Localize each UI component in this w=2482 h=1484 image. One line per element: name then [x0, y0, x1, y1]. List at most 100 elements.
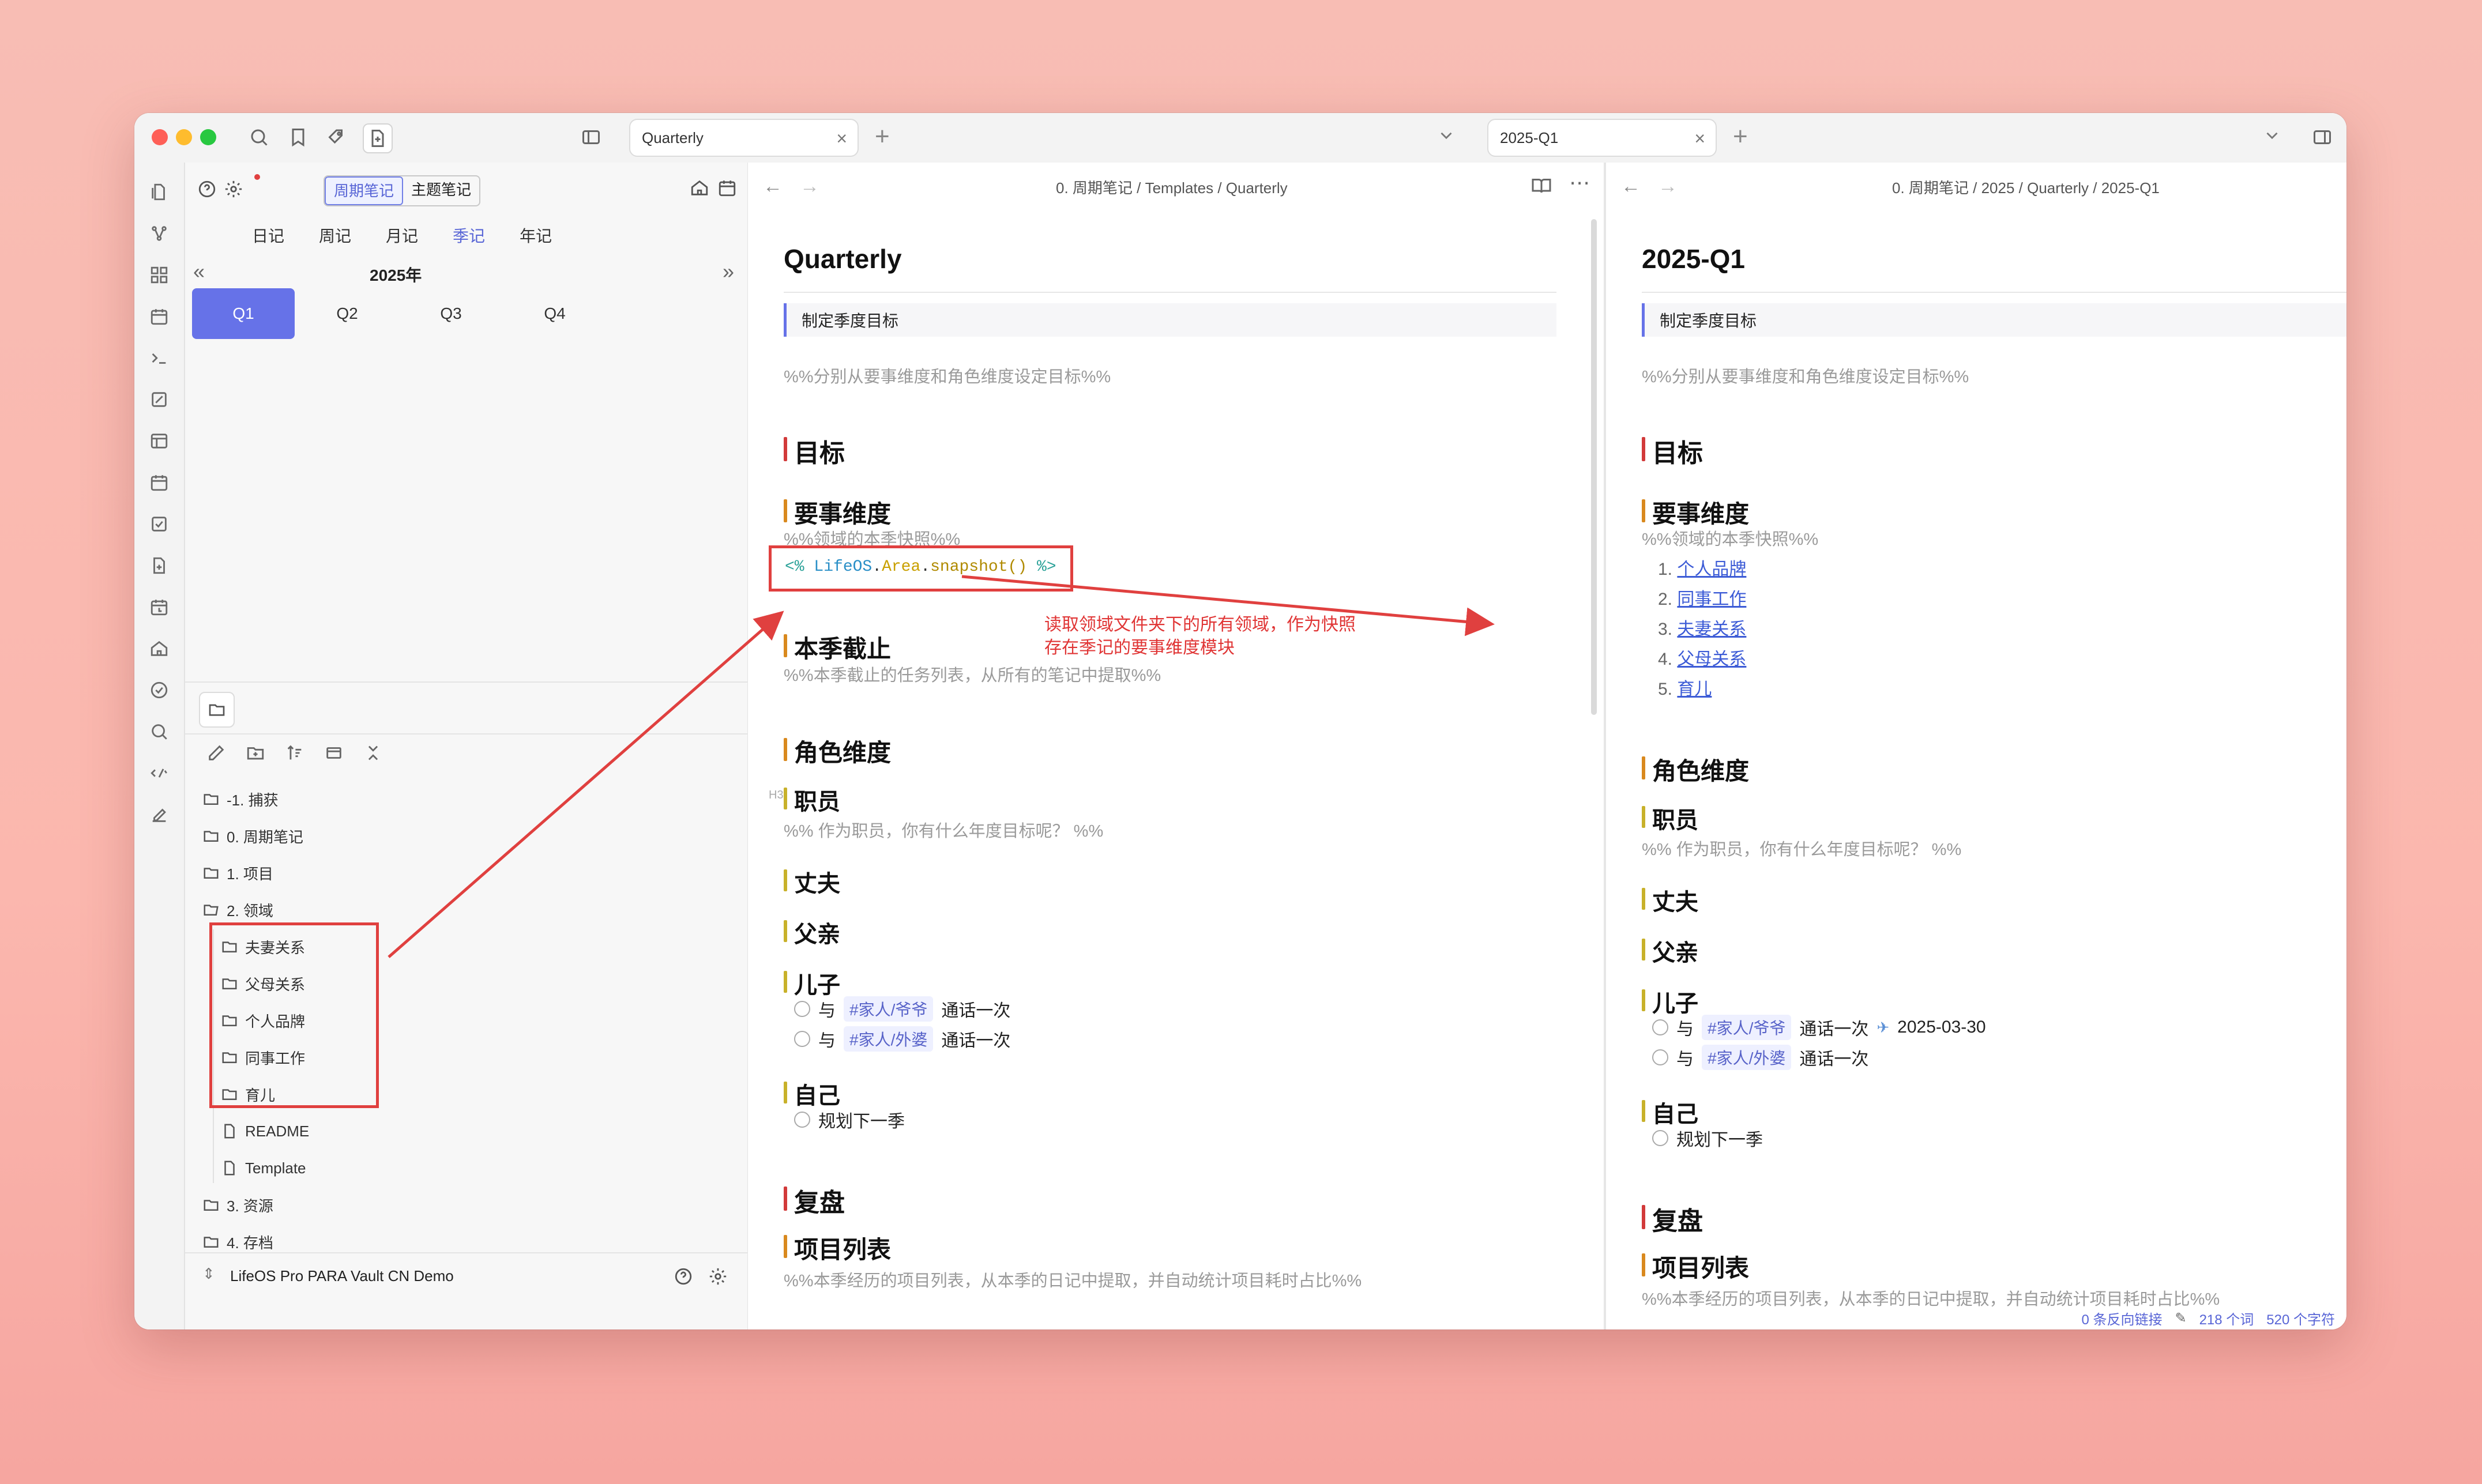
open-quick-switcher-icon[interactable]: [147, 180, 171, 204]
folder-archive[interactable]: 4. 存档: [202, 1228, 273, 1256]
back-arrow-icon[interactable]: ←: [763, 175, 783, 198]
period-tab-daily[interactable]: 日记: [252, 224, 284, 247]
close-window-button[interactable]: [152, 129, 168, 145]
tag-link[interactable]: #家人/外婆: [1702, 1045, 1792, 1070]
help-icon[interactable]: [671, 1264, 696, 1289]
new-file-icon[interactable]: [147, 553, 171, 578]
breadcrumb-item[interactable]: Templates: [1145, 179, 1214, 197]
files-view-button[interactable]: [199, 692, 235, 728]
templater-icon[interactable]: [147, 761, 171, 785]
tab-2025-q1[interactable]: 2025-Q1 ×: [1487, 119, 1717, 157]
breadcrumb-item[interactable]: 2025: [1981, 179, 2015, 197]
check-circle-icon[interactable]: [147, 678, 171, 702]
breadcrumb-item[interactable]: 0. 周期笔记: [1892, 179, 1969, 197]
task-checkbox[interactable]: [1652, 1049, 1668, 1065]
new-note-icon[interactable]: [202, 739, 230, 767]
task-item: 与 #家人/外婆 通话一次: [1652, 1045, 1868, 1070]
excalidraw-icon[interactable]: [147, 387, 171, 412]
signature-icon[interactable]: [147, 803, 171, 827]
period-tab-quarterly[interactable]: 季记: [453, 224, 485, 247]
tag-link[interactable]: #家人/外婆: [844, 1026, 934, 1052]
tag-link[interactable]: #家人/爷爷: [1702, 1015, 1792, 1040]
task-checkbox[interactable]: [1652, 1130, 1668, 1146]
daily-note-icon[interactable]: [147, 470, 171, 495]
auto-reveal-icon[interactable]: [320, 739, 348, 767]
period-tab-monthly[interactable]: 月记: [386, 224, 418, 247]
mode-topic[interactable]: 主题笔记: [403, 176, 479, 205]
tab-quarterly[interactable]: Quarterly ×: [629, 119, 859, 157]
gear-icon[interactable]: [705, 1264, 731, 1289]
folder-areas[interactable]: 2. 领域: [202, 896, 273, 924]
mode-periodic[interactable]: 周期笔记: [325, 176, 404, 205]
breadcrumb-item[interactable]: 0. 周期笔记: [1056, 179, 1133, 197]
folder-capture[interactable]: -1. 捕获: [202, 785, 279, 813]
help-icon[interactable]: [193, 175, 221, 203]
folder-resources[interactable]: 3. 资源: [202, 1191, 273, 1219]
chevron-down-icon[interactable]: [1436, 126, 1456, 148]
breadcrumb-item[interactable]: Quarterly: [2027, 179, 2089, 197]
reading-view-icon[interactable]: [1531, 175, 1552, 199]
zoom-window-button[interactable]: [200, 129, 216, 145]
task-checkbox[interactable]: [794, 1112, 810, 1128]
calendar-icon[interactable]: [714, 175, 740, 201]
canvas-icon[interactable]: [147, 263, 171, 287]
graph-view-icon[interactable]: [147, 221, 171, 246]
area-link[interactable]: 父母关系: [1677, 650, 1746, 669]
note-file-icon[interactable]: [363, 123, 393, 153]
layout-icon[interactable]: [147, 429, 171, 453]
new-tab-button[interactable]: +: [1733, 121, 1748, 152]
calendar-clock-icon[interactable]: [147, 595, 171, 619]
area-link[interactable]: 同事工作: [1677, 590, 1746, 609]
char-count: 520 个字符: [2266, 1312, 2335, 1328]
task-checkbox[interactable]: [1652, 1019, 1668, 1035]
scrollbar[interactable]: [1591, 219, 1597, 715]
quarter-q3[interactable]: Q3: [400, 288, 502, 339]
area-link[interactable]: 夫妻关系: [1677, 620, 1746, 639]
vault-switcher[interactable]: ⇕ LifeOS Pro PARA Vault CN Demo: [185, 1252, 747, 1300]
folder-projects[interactable]: 1. 项目: [202, 859, 273, 887]
new-tab-button[interactable]: +: [875, 121, 890, 152]
forward-arrow-icon[interactable]: →: [800, 175, 819, 198]
calendar-icon[interactable]: [147, 304, 171, 329]
folder-periodic-notes[interactable]: 0. 周期笔记: [202, 822, 303, 850]
quarter-q4[interactable]: Q4: [503, 288, 606, 339]
task-check-icon[interactable]: [147, 512, 171, 536]
search-icon[interactable]: [147, 720, 171, 744]
sidebar-toggle-icon[interactable]: [577, 123, 605, 151]
period-tab-weekly[interactable]: 周记: [319, 224, 351, 247]
tag-link[interactable]: #家人/爷爷: [844, 996, 934, 1022]
search-icon[interactable]: [245, 123, 273, 151]
file-readme[interactable]: README: [221, 1117, 309, 1145]
sort-icon[interactable]: [281, 739, 309, 767]
gear-icon[interactable]: [220, 175, 247, 203]
more-options-icon[interactable]: ⋯: [1569, 171, 1590, 195]
home-icon[interactable]: [687, 175, 712, 201]
next-year-button[interactable]: »: [723, 259, 734, 284]
back-arrow-icon[interactable]: ←: [1621, 175, 1641, 198]
forward-arrow-icon[interactable]: →: [1658, 175, 1678, 198]
task-checkbox[interactable]: [794, 1001, 810, 1017]
close-tab-icon[interactable]: ×: [836, 128, 847, 149]
prev-year-button[interactable]: «: [193, 259, 205, 284]
breadcrumb-item[interactable]: 2025-Q1: [2101, 179, 2160, 197]
tags-icon[interactable]: [324, 123, 351, 151]
new-folder-icon[interactable]: [242, 739, 269, 767]
backlinks-count[interactable]: 0 条反向链接: [2081, 1308, 2162, 1328]
right-sidebar-toggle-icon[interactable]: [2308, 123, 2336, 151]
terminal-icon[interactable]: [147, 346, 171, 370]
quarter-q1[interactable]: Q1: [192, 288, 295, 339]
close-tab-icon[interactable]: ×: [1694, 128, 1705, 149]
bookmark-icon[interactable]: [284, 123, 312, 151]
period-tab-yearly[interactable]: 年记: [520, 224, 552, 247]
breadcrumb-item[interactable]: Quarterly: [1226, 179, 1288, 197]
quarter-q2[interactable]: Q2: [296, 288, 398, 339]
chevron-down-icon[interactable]: [2262, 126, 2282, 148]
area-link[interactable]: 个人品牌: [1677, 560, 1746, 579]
home-icon[interactable]: [147, 636, 171, 661]
task-checkbox[interactable]: [794, 1031, 810, 1047]
collapse-all-icon[interactable]: [359, 739, 387, 767]
file-template[interactable]: Template: [221, 1154, 306, 1182]
area-link[interactable]: 育儿: [1677, 680, 1712, 699]
edit-mode-icon[interactable]: ✎: [2175, 1310, 2186, 1327]
minimize-window-button[interactable]: [176, 129, 192, 145]
